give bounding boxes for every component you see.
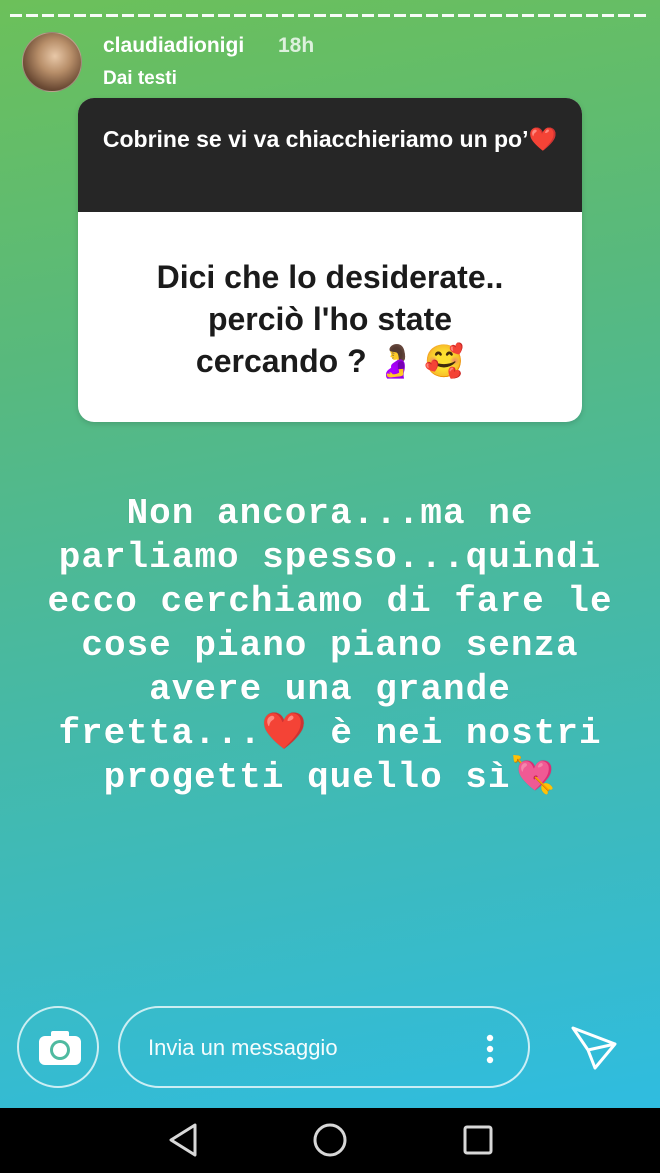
camera-button[interactable]: [17, 1006, 99, 1088]
question-line: cercando ? 🤰 🥰: [195, 343, 465, 379]
story-time: 18h: [278, 34, 315, 57]
question-body: Dici che lo desiderate.. perciò l'ho sta…: [78, 212, 582, 382]
message-input[interactable]: Invia un messaggio: [118, 1006, 530, 1088]
question-sticker[interactable]: Cobrine se vi va chiacchieriamo un po’❤️…: [78, 98, 582, 422]
home-icon[interactable]: [312, 1122, 348, 1158]
more-vertical-icon[interactable]: [486, 1034, 494, 1064]
answer-text: Non ancora...ma ne parliamo spesso...qui…: [20, 492, 640, 800]
question-header: Cobrine se vi va chiacchieriamo un po’❤️: [78, 98, 582, 212]
story-progress-bar: [10, 14, 650, 17]
answer-line: fretta...❤️ è nei nostri: [58, 713, 602, 754]
avatar[interactable]: [22, 32, 82, 92]
message-placeholder: Invia un messaggio: [148, 1035, 338, 1060]
answer-line: parliamo spesso...quindi: [58, 537, 602, 578]
recent-apps-icon[interactable]: [462, 1124, 494, 1156]
heart-emoji-icon: ❤️: [528, 126, 558, 152]
camera-icon: [39, 1031, 81, 1065]
heart-emoji-icon: ❤️: [261, 713, 308, 754]
question-header-text: Cobrine se vi va chiacchieriamo un po’: [102, 126, 529, 152]
answer-line: avere una grande: [149, 669, 511, 710]
answer-line: cose piano piano senza: [81, 625, 579, 666]
pregnant-and-smiling-hearts-emoji-icon: 🤰 🥰: [375, 343, 465, 379]
question-line: perciò l'ho state: [207, 301, 453, 337]
answer-line: Non ancora...ma ne: [126, 493, 534, 534]
story-view[interactable]: claudiadionigi 18h Dai testi Cobrine se …: [0, 0, 660, 1108]
story-username[interactable]: claudiadionigi: [103, 34, 244, 58]
send-icon[interactable]: [570, 1025, 618, 1071]
answer-line: ecco cerchiamo di fare le: [47, 581, 613, 622]
answer-line: progetti quello sì💘: [103, 757, 557, 798]
back-icon[interactable]: [167, 1122, 199, 1158]
heart-with-arrow-emoji-icon: 💘: [510, 757, 557, 798]
story-subtitle: Dai testi: [103, 68, 177, 89]
question-line: Dici che lo desiderate..: [156, 259, 504, 295]
